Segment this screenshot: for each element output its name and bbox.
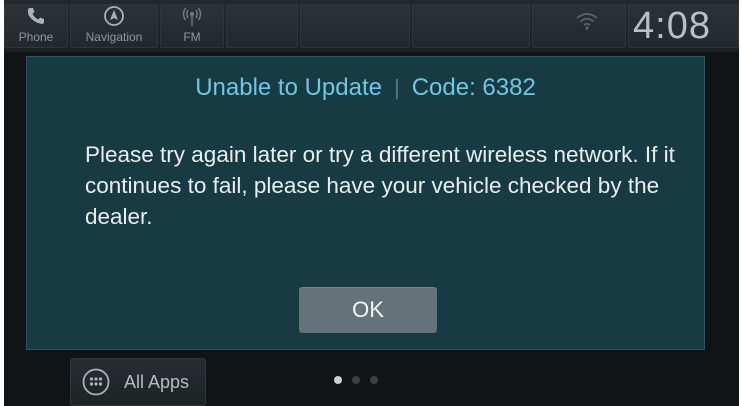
infotainment-screen: Phone Navigation FM 4:08 Unable to Updat…	[4, 0, 739, 406]
error-code: Code: 6382	[411, 74, 536, 101]
empty-tile	[412, 4, 530, 48]
status-bar: Phone Navigation FM 4:08	[4, 0, 739, 52]
all-apps-label: All Apps	[124, 371, 190, 392]
page-dot[interactable]	[352, 376, 360, 384]
all-apps-button[interactable]: All Apps	[70, 358, 206, 406]
fm-shortcut[interactable]: FM	[160, 3, 224, 49]
page-indicator	[334, 376, 378, 384]
page-dot-active[interactable]	[334, 376, 342, 384]
dialog-title: Unable to Update | Code: 6382	[27, 71, 704, 105]
radio-icon	[181, 3, 203, 29]
phone-icon	[26, 3, 46, 29]
navigation-icon	[103, 3, 125, 29]
phone-label: Phone	[18, 30, 54, 44]
navigation-label: Navigation	[85, 30, 143, 44]
title-separator: |	[393, 75, 400, 100]
navigation-shortcut[interactable]: Navigation	[82, 3, 146, 49]
ok-button[interactable]: OK	[299, 287, 437, 333]
empty-tile	[300, 4, 410, 48]
clock: 4:08	[633, 5, 711, 47]
page-dot[interactable]	[370, 376, 378, 384]
wifi-icon	[576, 12, 598, 35]
phone-shortcut[interactable]: Phone	[4, 3, 68, 49]
dialog-message: Please try again later or try a differen…	[85, 142, 675, 229]
dialog-title-text: Unable to Update	[195, 74, 382, 101]
error-dialog: Unable to Update | Code: 6382 Please try a…	[26, 56, 705, 350]
apps-grid-icon	[82, 368, 110, 396]
empty-tile	[226, 4, 298, 48]
fm-label: FM	[183, 30, 201, 44]
